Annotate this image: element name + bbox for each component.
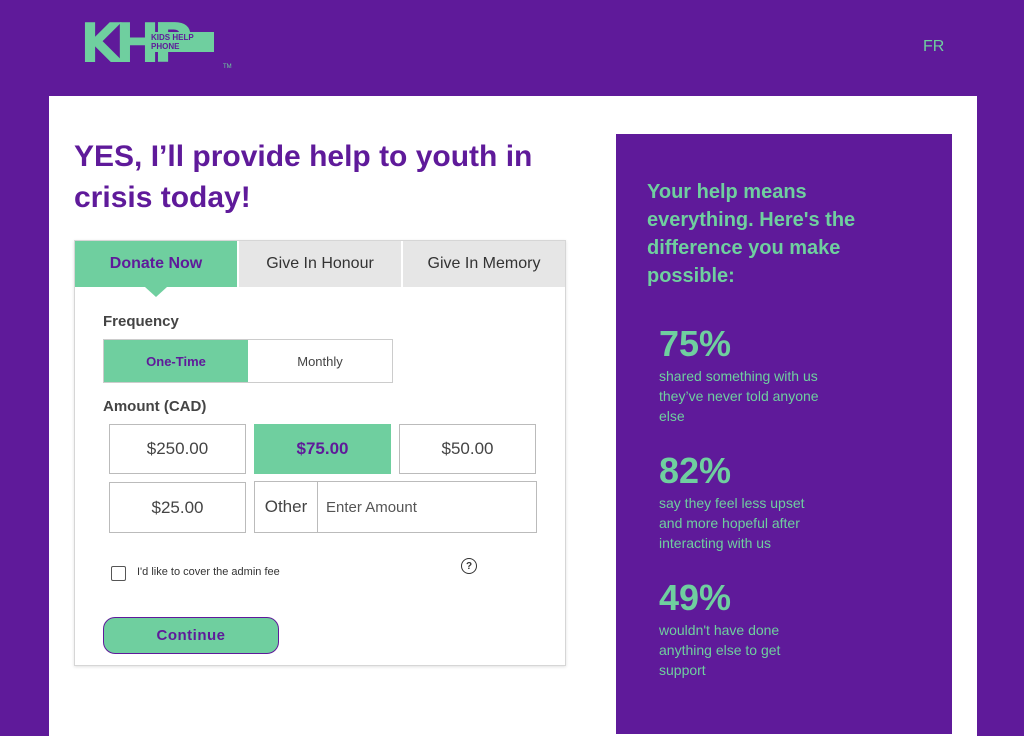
stat-item: 82% say they feel less upset and more ho… xyxy=(659,451,819,553)
language-toggle-fr[interactable]: FR xyxy=(923,38,944,56)
stat-item: 49% wouldn't have done anything else to … xyxy=(659,578,819,680)
donation-form: Donate Now Give In Honour Give In Memory… xyxy=(74,240,566,666)
other-label: Other xyxy=(255,482,318,532)
impact-panel: Your help means everything. Here's the d… xyxy=(616,134,952,734)
page-title: YES, I’ll provide help to youth in crisi… xyxy=(74,140,533,214)
amount-75-button[interactable]: $75.00 xyxy=(254,424,391,474)
amount-50-button[interactable]: $50.00 xyxy=(399,424,536,474)
stat-value: 82% xyxy=(659,450,732,491)
monthly-button[interactable]: Monthly xyxy=(248,340,392,382)
donation-tabs: Donate Now Give In Honour Give In Memory xyxy=(75,241,565,297)
amount-25-button[interactable]: $25.00 xyxy=(109,482,246,533)
amount-250-button[interactable]: $250.00 xyxy=(109,424,246,474)
admin-fee-checkbox[interactable] xyxy=(111,566,126,581)
tab-donate-now[interactable]: Donate Now xyxy=(75,241,237,297)
continue-button[interactable]: Continue xyxy=(103,617,279,654)
logo-text: KIDS HELP PHONE xyxy=(148,32,214,52)
amount-label: Amount (CAD) xyxy=(103,398,207,415)
one-time-button[interactable]: One-Time xyxy=(104,340,248,382)
other-amount-field: Other xyxy=(254,481,537,533)
stat-item: 75% shared something with us they’ve nev… xyxy=(659,324,819,426)
stat-description: say they feel less upset and more hopefu… xyxy=(659,495,805,551)
stat-description: shared something with us they’ve never t… xyxy=(659,368,819,424)
frequency-label: Frequency xyxy=(103,313,179,330)
stat-value: 75% xyxy=(659,323,732,364)
tab-give-in-honour[interactable]: Give In Honour xyxy=(237,241,401,287)
impact-title: Your help means everything. Here's the d… xyxy=(647,181,856,287)
tab-give-in-memory[interactable]: Give In Memory xyxy=(401,241,565,287)
admin-fee-label: I'd like to cover the admin fee xyxy=(137,566,280,578)
other-amount-input[interactable] xyxy=(318,482,536,532)
logo-trademark: TM xyxy=(223,64,232,70)
stat-value: 49% xyxy=(659,577,732,618)
khp-logo[interactable]: KHP KIDS HELP PHONE TM xyxy=(80,16,245,72)
help-icon[interactable]: ? xyxy=(461,558,477,574)
frequency-toggle: One-Time Monthly xyxy=(103,339,393,383)
stat-description: wouldn't have done anything else to get … xyxy=(659,622,781,678)
